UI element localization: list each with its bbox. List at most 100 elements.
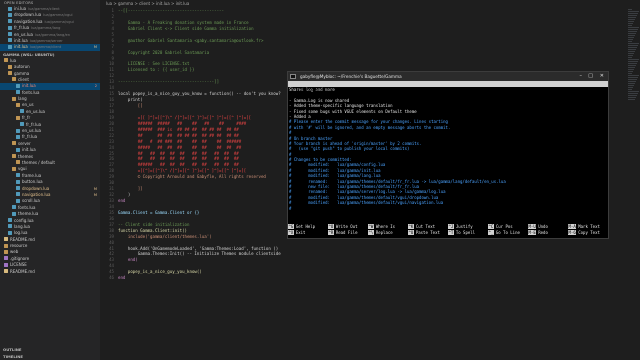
tree-item-label: fonts.lua xyxy=(22,89,40,95)
shortcut-key: ^J xyxy=(448,224,454,229)
open-editor-item-label: init.lua xyxy=(14,37,28,43)
shortcut-item[interactable]: ^U Paste Text xyxy=(408,230,448,236)
shortcut-label: Where Is xyxy=(375,224,396,229)
code-line[interactable]: 46 end xyxy=(100,275,290,281)
open-editor-item-path: lua/gamma/client xyxy=(29,45,62,50)
line-text: ## ## ## ## ## ## ## ## ## ## xyxy=(118,156,239,162)
minimap-line xyxy=(628,91,639,92)
minimap-line xyxy=(628,95,637,96)
folder-icon xyxy=(16,115,20,120)
minimap-line xyxy=(628,9,632,10)
shortcut-label: Paste Text xyxy=(415,230,440,235)
minimap-line xyxy=(628,49,636,50)
open-editors-list: ini.lua lua/gamma/client dropdown.lua lua/g… xyxy=(0,6,100,51)
nano-text-area[interactable]: Shared log and more- Gamma.Log is now sh… xyxy=(288,87,608,211)
minimap-line xyxy=(628,71,633,72)
shortcut-key: ^\ xyxy=(368,230,374,235)
terminal-title: gabyfle@Mybloc: ~/Frenchie's Baguette/Ga… xyxy=(300,74,402,79)
open-editor-item-label: fr_fr.lua xyxy=(14,25,30,31)
nano-filename: /home/gabyfle/Frenchie's Baguette/Gamma/… xyxy=(372,93,515,98)
shortcut-item[interactable]: M-E Redo xyxy=(528,230,568,236)
shortcut-label: Undo xyxy=(538,224,548,229)
outline-header[interactable]: OUTLINE xyxy=(0,346,100,353)
minimap[interactable] xyxy=(626,8,640,360)
folder-icon xyxy=(12,154,16,159)
file-icon xyxy=(8,6,12,11)
line-text: ###### ##### ## ## ## ## #### xyxy=(118,120,247,126)
line-text: @author Gabriel Santamaria <gaby.santama… xyxy=(118,37,264,43)
line-text: ) xyxy=(118,192,131,198)
line-text: end xyxy=(118,275,126,281)
folder-icon xyxy=(16,102,20,107)
minimap-line xyxy=(628,93,638,94)
tree-item-label: fr_fr xyxy=(22,115,31,121)
folder-icon xyxy=(12,166,16,171)
code-area[interactable]: 1 --[[-----------------------------------… xyxy=(100,8,290,281)
minimap-line xyxy=(628,77,638,78)
file-icon xyxy=(8,44,12,49)
code-line[interactable]: 6 @author Gabriel Santamaria <gaby.santa… xyxy=(100,38,290,44)
maximize-icon[interactable]: □ xyxy=(588,72,593,81)
file-explorer-sidebar: OPEN EDITORS ini.lua lua/gamma/client drop… xyxy=(0,0,100,360)
shortcut-item[interactable]: ^T To Spell xyxy=(448,230,488,236)
commit-comment-line[interactable]: # xyxy=(288,206,608,211)
minimap-line xyxy=(628,11,639,12)
sidebar-bottom-panels: OUTLINE TIMELINE xyxy=(0,346,100,360)
tree-item-label: en_us xyxy=(22,102,34,108)
file-icon xyxy=(8,38,12,43)
shortcut-item[interactable]: ^\ Replace xyxy=(368,230,408,236)
tree-item[interactable]: README.md xyxy=(0,269,100,275)
tree-item-label: en_us.lua xyxy=(22,128,41,134)
close-icon[interactable]: ✕ xyxy=(600,72,604,81)
file-icon xyxy=(16,147,20,152)
shortcut-item[interactable]: M-6 Copy Text xyxy=(568,230,608,236)
folder-icon xyxy=(12,77,16,82)
minimap-line xyxy=(628,23,633,24)
file-icon xyxy=(8,25,12,30)
shortcut-item[interactable]: ^_ Go To Line xyxy=(488,230,528,236)
minimap-line xyxy=(628,15,637,16)
shortcut-label: Replace xyxy=(375,230,393,235)
minimap-line xyxy=(628,39,633,40)
folder-icon xyxy=(8,71,12,76)
tree-item-label: fr_fr.lua xyxy=(22,134,38,140)
tree-item-label: resource xyxy=(10,243,28,249)
shortcut-key: M-E xyxy=(528,230,537,235)
shortcut-label: Write Out xyxy=(335,224,358,229)
terminal-window[interactable]: gabyfle@Mybloc: ~/Frenchie's Baguette/Ga… xyxy=(287,71,609,239)
open-editor-item-path: lua/gamma/client xyxy=(28,7,60,11)
line-text: Licensed to : {{ user_id }} xyxy=(118,67,195,73)
shortcut-item[interactable]: ^X Exit xyxy=(288,230,328,236)
minimize-icon[interactable]: – xyxy=(580,72,583,81)
minimap-line xyxy=(628,57,632,58)
line-text: ## ## ## ## ## ## ## ## ## ## ## xyxy=(118,132,239,138)
shortcut-item[interactable]: ^R Read File xyxy=(328,230,368,236)
shortcut-label: Cur Pos xyxy=(495,224,513,229)
minimap-line xyxy=(628,51,635,52)
breadcrumb[interactable]: lua > gamma > client > init.lua > init.l… xyxy=(100,0,640,7)
tree-item-label: init.lua xyxy=(22,147,36,153)
workspace-header[interactable]: GAMMA (WSL: UBUNTU) xyxy=(0,51,100,58)
minimap-line xyxy=(628,75,639,76)
file-icon xyxy=(16,198,20,203)
open-editor-item-label: en_us.lua xyxy=(14,31,33,37)
open-editor-item-path: lua/gamma/lang/en xyxy=(34,32,71,37)
terminal-titlebar[interactable]: gabyfle@Mybloc: ~/Frenchie's Baguette/Ga… xyxy=(288,72,608,81)
timeline-header[interactable]: TIMELINE xyxy=(0,353,100,360)
minimap-line xyxy=(628,37,634,38)
line-text: =[[^]=[[^]\^ /[^]=[[^ ]^]=[[^ ]^]=[[^ ]^… xyxy=(118,168,247,174)
tree-item-label: log.lua xyxy=(14,230,28,236)
code-line[interactable]: 29 © Copyright Arnould and Gabyfle, All … xyxy=(100,174,290,180)
shortcut-key: M-U xyxy=(528,224,537,229)
open-editor-item-path: lua/gamma/vgui xyxy=(43,13,73,18)
open-editor-item[interactable]: init.lua lua/gamma/client M xyxy=(0,44,100,51)
line-text: Gabriel Client <-> Client side Gamma ini… xyxy=(118,25,254,31)
file-icon xyxy=(8,12,12,17)
minimap-line xyxy=(628,33,636,34)
file-icon xyxy=(16,186,20,191)
shortcut-label: Exit xyxy=(295,230,306,235)
line-text: print( xyxy=(118,97,143,103)
minimap-line xyxy=(628,13,638,14)
minimap-line xyxy=(628,59,639,60)
terminal-icon xyxy=(290,74,296,79)
